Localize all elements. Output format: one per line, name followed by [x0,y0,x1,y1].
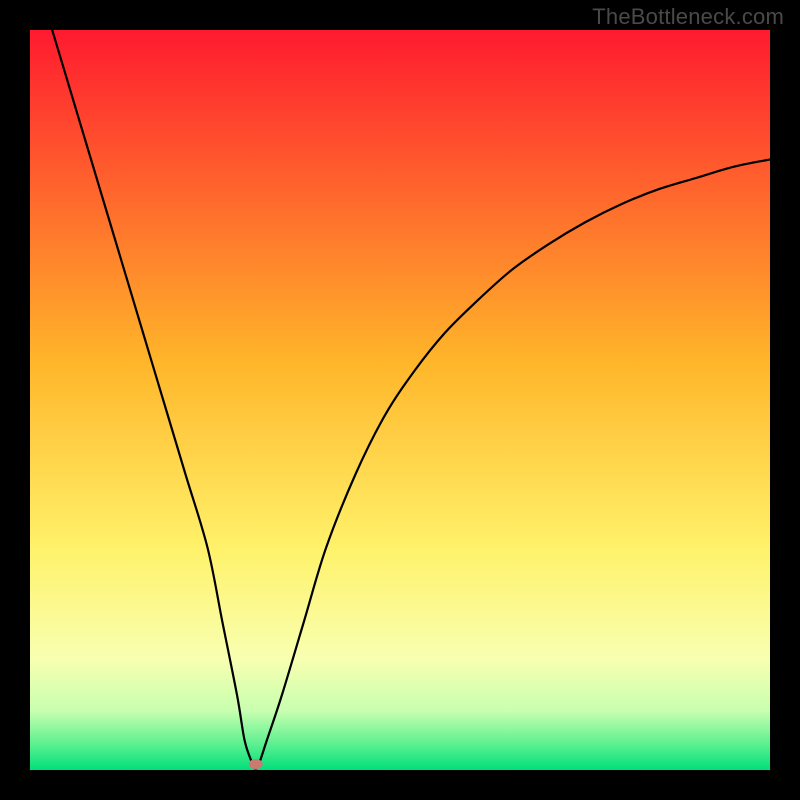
watermark-text: TheBottleneck.com [592,4,784,30]
optimal-marker [249,759,263,769]
outer-frame: TheBottleneck.com [0,0,800,800]
chart-background [30,30,770,770]
bottleneck-chart [30,30,770,770]
